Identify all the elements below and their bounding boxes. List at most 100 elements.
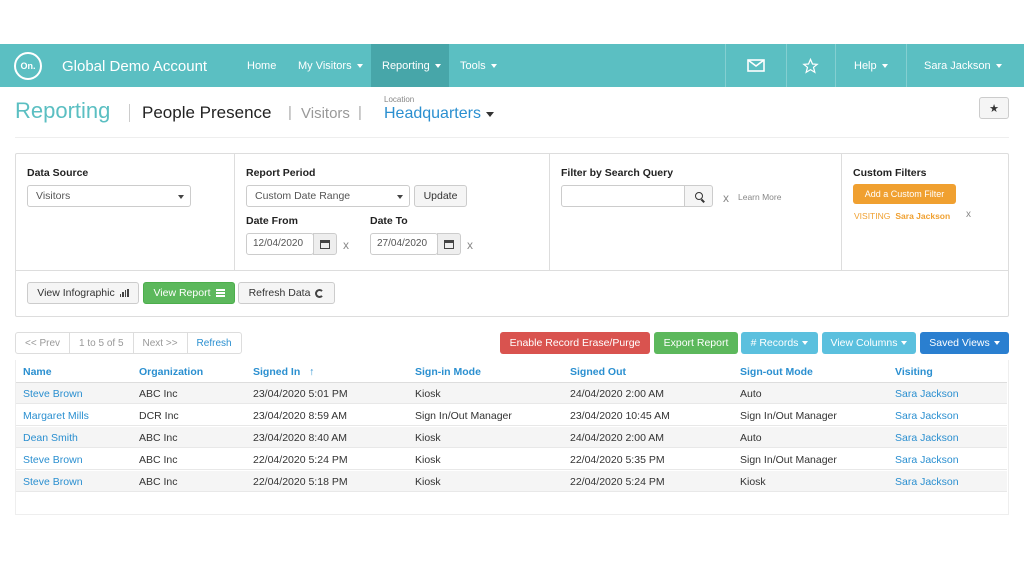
caret-down-icon [485,111,494,117]
prev-page-button[interactable]: << Prev [16,333,71,353]
panel-divider [234,154,235,270]
signal-bars-icon [119,289,129,297]
visiting-link[interactable]: Sara Jackson [895,476,959,488]
nav-divider [906,44,907,87]
column-header-name[interactable]: Name [23,366,52,378]
column-header-organization[interactable]: Organization [139,366,203,378]
user-menu[interactable]: Sara Jackson [913,44,1013,87]
learn-more-link[interactable]: Learn More [738,192,781,202]
caret-down-icon [802,341,809,345]
organization-cell: ABC Inc [139,388,178,400]
signed-out-cell: 23/04/2020 10:45 AM [570,410,670,422]
panel-divider [16,270,1008,271]
view-infographic-button[interactable]: View Infographic [27,282,139,304]
visitor-name-link[interactable]: Steve Brown [23,454,83,466]
sign-out-mode-cell: Auto [740,388,762,400]
logo-icon[interactable]: On. [14,52,42,80]
organization-cell: ABC Inc [139,432,178,444]
caret-down-icon [397,195,403,199]
organization-cell: ABC Inc [139,454,178,466]
nav-divider [725,44,726,87]
visiting-link[interactable]: Sara Jackson [895,432,959,444]
nav-home[interactable]: Home [236,44,287,87]
sign-in-mode-cell: Kiosk [415,476,441,488]
signed-out-cell: 24/04/2020 2:00 AM [570,388,664,400]
panel-divider [841,154,842,270]
caret-down-icon [901,341,908,345]
signed-in-cell: 23/04/2020 8:40 AM [253,432,347,444]
date-to-input[interactable]: 27/04/2020 [370,233,438,255]
next-page-button[interactable]: Next >> [134,333,188,353]
nav-tools[interactable]: Tools [449,44,508,87]
custom-filter-tag: VISITING Sara Jackson [854,211,951,221]
table-row: Steve Brown ABC Inc 23/04/2020 5:01 PM K… [16,383,1007,404]
export-report-button[interactable]: Export Report [654,332,738,354]
column-header-signed-in[interactable]: Signed In ↑ [253,366,314,378]
top-navbar: On. Global Demo Account Home My Visitors… [0,44,1024,87]
enable-erase-button[interactable]: Enable Record Erase/Purge [500,332,650,354]
column-header-sign-in-mode[interactable]: Sign-in Mode [415,366,481,378]
caret-down-icon [995,63,1002,68]
star-icon: ★ [989,102,999,115]
breadcrumb-separator: | [288,104,292,121]
envelope-icon [747,59,765,72]
sign-in-mode-cell: Kiosk [415,388,441,400]
data-source-select[interactable]: Visitors [27,185,191,207]
signed-in-cell: 22/04/2020 5:18 PM [253,476,348,488]
signed-in-cell: 23/04/2020 5:01 PM [253,388,348,400]
nav-reporting[interactable]: Reporting [371,44,449,87]
star-icon [801,57,819,74]
calendar-icon [444,239,454,249]
sign-out-mode-cell: Sign In/Out Manager [740,410,837,422]
column-header-visiting[interactable]: Visiting [895,366,933,378]
signed-in-cell: 23/04/2020 8:59 AM [253,410,347,422]
visitor-name-link[interactable]: Steve Brown [23,476,83,488]
breadcrumb-visitors[interactable]: Visitors [301,105,350,122]
signed-in-cell: 22/04/2020 5:24 PM [253,454,348,466]
bookmark-button[interactable]: ★ [979,97,1009,119]
date-to-calendar[interactable] [437,233,461,255]
view-columns-dropdown[interactable]: View Columns [822,332,916,354]
messages-button[interactable] [736,44,776,87]
date-from-input[interactable]: 12/04/2020 [246,233,314,255]
add-custom-filter-button[interactable]: Add a Custom Filter [853,184,956,204]
clear-search[interactable]: x [723,191,729,205]
favorites-button[interactable] [790,44,830,87]
signed-out-cell: 24/04/2020 2:00 AM [570,432,664,444]
location-selector[interactable]: Headquarters [384,105,494,123]
report-period-select[interactable]: Custom Date Range [246,185,410,207]
organization-cell: DCR Inc [139,410,179,422]
visitor-name-link[interactable]: Margaret Mills [23,410,89,422]
date-to-label: Date To [370,215,408,227]
visiting-link[interactable]: Sara Jackson [895,410,959,422]
visiting-link[interactable]: Sara Jackson [895,388,959,400]
saved-views-dropdown[interactable]: Saved Views [920,332,1009,354]
update-button[interactable]: Update [414,185,467,207]
view-report-button[interactable]: View Report [143,282,235,304]
visitor-name-link[interactable]: Steve Brown [23,388,83,400]
visiting-link[interactable]: Sara Jackson [895,454,959,466]
clear-date-to[interactable]: x [467,238,473,252]
header-divider [15,137,1009,138]
signed-out-cell: 22/04/2020 5:24 PM [570,476,665,488]
visitor-name-link[interactable]: Dean Smith [23,432,78,444]
search-input[interactable] [561,185,685,207]
column-header-sign-out-mode[interactable]: Sign-out Mode [740,366,813,378]
sign-in-mode-cell: Sign In/Out Manager [415,410,512,422]
refresh-link[interactable]: Refresh [188,333,241,353]
search-button[interactable] [684,185,713,207]
date-from-calendar[interactable] [313,233,337,255]
nav-divider [835,44,836,87]
caret-down-icon [490,63,497,68]
nav-my-visitors[interactable]: My Visitors [287,44,374,87]
refresh-data-button[interactable]: Refresh Data [238,282,335,304]
nav-help[interactable]: Help [843,44,899,87]
column-header-signed-out[interactable]: Signed Out [570,366,626,378]
pagination: << Prev 1 to 5 of 5 Next >> Refresh [15,332,242,354]
remove-filter-button[interactable]: x [966,209,971,220]
table-row: Steve Brown ABC Inc 22/04/2020 5:24 PM K… [16,449,1007,470]
clear-date-from[interactable]: x [343,238,349,252]
records-dropdown[interactable]: # Records [741,332,818,354]
calendar-icon [320,239,330,249]
refresh-icon [315,288,325,298]
